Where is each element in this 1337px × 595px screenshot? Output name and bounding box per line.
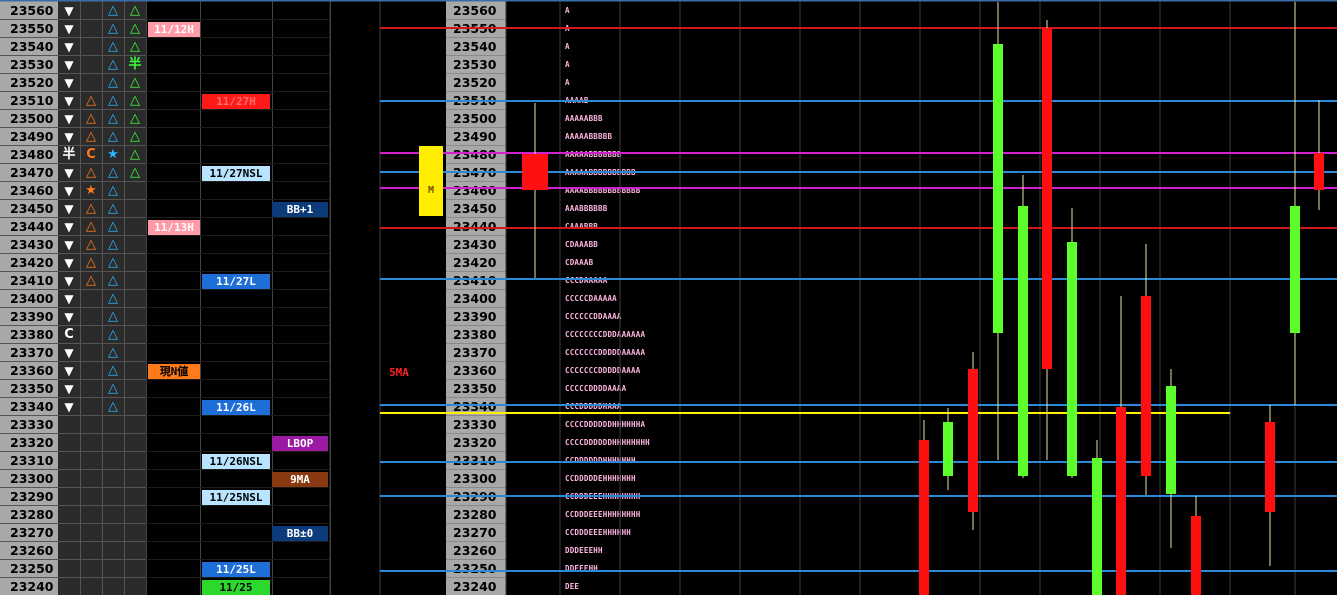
candle-body (1166, 386, 1176, 494)
candle-body (1067, 242, 1077, 476)
candle-body (1265, 422, 1275, 512)
value-area-box (419, 146, 443, 216)
candle-body (1191, 516, 1201, 595)
candle-body (943, 422, 953, 476)
candlestick-chart (0, 0, 1337, 595)
top-accent-bar (0, 0, 1337, 2)
candle-body (993, 44, 1003, 333)
candle-body (919, 440, 929, 595)
ma-label: 5MA (389, 366, 409, 379)
candle-body (522, 154, 548, 190)
candle-body (1290, 206, 1300, 333)
candle-body (1042, 28, 1052, 369)
candle-body (1018, 206, 1028, 476)
trading-ladder-screen: 23560 23560 23550 23550 23540 23540 23530 23530… (0, 0, 1337, 595)
candle-body (1314, 153, 1324, 190)
value-area-label: M (427, 185, 435, 196)
candle-body (1141, 296, 1151, 476)
candle-body (1092, 458, 1102, 595)
candle-body (968, 369, 978, 512)
candle-body (1116, 407, 1126, 595)
